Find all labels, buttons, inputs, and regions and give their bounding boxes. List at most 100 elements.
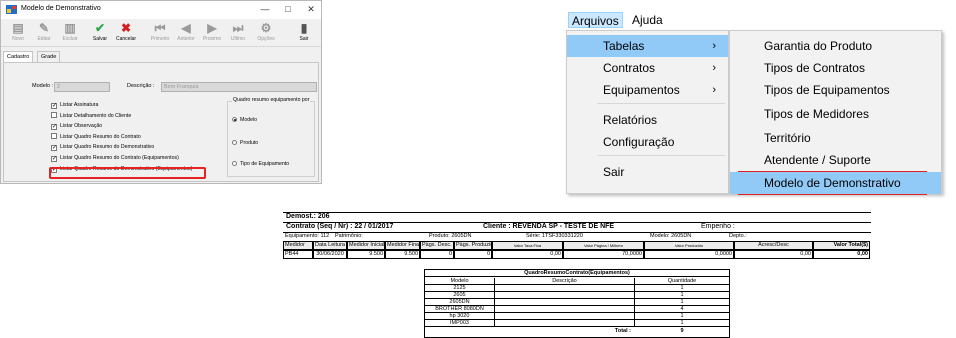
checkbox-row[interactable]: Listar Detalhamento do Cliente (51, 111, 131, 120)
toolbar-label: Novo (12, 36, 24, 42)
table-cell (495, 299, 635, 306)
submenu-item-atendente-suporte[interactable]: Atendente / Suporte (730, 149, 941, 171)
radio-label: Tipo de Equipamento (240, 161, 290, 167)
toolbar-button-ultimo[interactable]: ⏭ Ultimo (225, 21, 251, 47)
toolbar-button-cancelar[interactable]: ✖ Cancelar (113, 21, 139, 47)
menu-bar: Arquivos Ajuda (566, 10, 942, 30)
checkbox-label: Listar Observação (60, 123, 103, 130)
submenu-item-tipos-de-equipamentos[interactable]: Tipos de Equipamentos (730, 79, 941, 101)
radio-label: Modelo (240, 117, 258, 123)
submenu-item-tipos-de-medidores[interactable]: Tipos de Medidores (730, 103, 941, 125)
submenu-item-label: Garantia do Produto (764, 39, 873, 53)
first-icon: ⏮ (154, 21, 166, 35)
menu-item-contratos[interactable]: Contratos › (567, 57, 728, 79)
last-icon: ⏭ (232, 21, 244, 35)
checkbox-checked[interactable]: ✓ (51, 124, 57, 131)
checkbox-checked[interactable]: ✓ (51, 156, 57, 162)
table-cell: Descrição (495, 278, 635, 285)
submenu-item-territ-rio[interactable]: Território (730, 127, 941, 149)
submenu-item-label: Tipos de Contratos (764, 61, 865, 75)
table-cell: 1 (680, 320, 684, 326)
table-row: 2605 1 (425, 292, 729, 299)
submenu-item-garantia-do-produto[interactable]: Garantia do Produto (730, 35, 941, 57)
radio-button[interactable] (232, 117, 237, 122)
table-row: hp 3020 1 (425, 313, 729, 320)
table-cell (495, 292, 635, 299)
tab-cadastro[interactable]: Cadastro (3, 51, 34, 62)
toolbar-label: Primeiro (150, 36, 170, 42)
menu-arquivos[interactable]: Arquivos (568, 12, 623, 28)
maximize-button[interactable]: □ (280, 2, 296, 16)
toolbar-button-anterior[interactable]: ◀ Anterior (173, 21, 199, 47)
checkbox-label: Listar Quadro Resumo do Contrato (60, 133, 141, 140)
table-cell: PB44 (283, 250, 313, 259)
toolbar-button-op-es[interactable]: ⚙ Opções (253, 21, 279, 47)
checkbox-checked[interactable]: ✓ (51, 103, 57, 109)
menu-item-sair[interactable]: Sair (567, 161, 728, 183)
radio-modelo[interactable]: Modelo (232, 116, 257, 124)
checkbox-unchecked[interactable] (51, 111, 57, 118)
toolbar-label: Sair (299, 36, 309, 42)
toolbar-button-sair[interactable]: ▮ Sair (291, 21, 317, 47)
descricao-label: Descrição : (127, 83, 155, 89)
menu-item-label: Configuração (603, 135, 675, 149)
toolbar-button-primeiro[interactable]: ⏮ Primeiro (147, 21, 173, 47)
toolbar-button-editar[interactable]: ✎ Editar (31, 21, 57, 47)
table-cell (495, 285, 635, 292)
table-header-cell: Valor Página / Milhero (563, 241, 644, 250)
toolbar-label: Ultimo (230, 36, 246, 42)
checkbox-row[interactable]: ✓ Listar Assinatura (51, 101, 98, 109)
toolbar-button-novo[interactable]: ▤ Novo (5, 21, 31, 47)
checkbox-row[interactable]: Listar Quadro Resumo do Contrato (51, 132, 141, 141)
radio-button[interactable] (232, 140, 237, 145)
cliente-info: Cliente : REVENDA SP - TESTE DE NFE (483, 223, 615, 230)
menu-item-configura-o[interactable]: Configuração (567, 131, 728, 153)
toolbar-button-excluir[interactable]: ▥ Excluir (57, 21, 83, 47)
checkbox-checked[interactable]: ✓ (51, 145, 57, 152)
minimize-button[interactable]: — (257, 2, 273, 16)
submenu-item-label: Modelo de Demonstrativo (764, 176, 901, 190)
checkbox-row[interactable]: ✓ Listar Quadro Resumo do Demonstrativo (51, 143, 154, 152)
toolbar-button-salvar[interactable]: ✔ Salvar (87, 21, 113, 47)
submenu-item-modelo-de-demonstrativo[interactable]: Modelo de Demonstrativo (730, 172, 941, 194)
modelo-field[interactable]: 2 (54, 82, 110, 92)
table-cell: 0,0000 (644, 250, 734, 259)
table-cell: 9.500 (347, 250, 385, 259)
exit-icon: ▮ (300, 21, 308, 35)
table-header-cell: Medidor Final (385, 241, 420, 250)
checkbox-unchecked[interactable] (51, 132, 57, 139)
menu-item-label: Tabelas (603, 39, 645, 53)
menu-item-equipamentos[interactable]: Equipamentos › (567, 79, 728, 101)
menu-item-tabelas[interactable]: Tabelas › (567, 35, 728, 57)
submenu-item-label: Tipos de Medidores (764, 107, 869, 121)
arquivos-dropdown: Tabelas › Contratos › Equipamentos › Relatório… (566, 30, 729, 194)
quadro-title-row: QuadroResumoContrato(Equipamentos) (425, 270, 729, 277)
x-icon: ✖ (120, 21, 132, 35)
radio-tipo-de-equipamento[interactable]: Tipo de Equipamento (232, 160, 289, 168)
table-cell: 30/06/2020 (313, 250, 347, 259)
checkbox-row[interactable]: ✓ Listar Quadro Resumo do Contrato (Equip… (51, 154, 179, 162)
table-header-cell: Data Leitura (313, 241, 347, 250)
quadro-title: QuadroResumoContrato(Equipamentos) (524, 270, 630, 276)
tab-grade[interactable]: Grade (37, 51, 61, 62)
menu-panel: Arquivos Ajuda Tabelas › Contratos › Equipam… (566, 10, 942, 195)
menu-item-label: Relatórios (603, 113, 658, 127)
toolbar-button-proximo[interactable]: ▶ Proximo (199, 21, 225, 47)
menu-ajuda[interactable]: Ajuda (629, 12, 666, 28)
radio-button[interactable] (232, 161, 237, 166)
radio-produto[interactable]: Produto (232, 139, 258, 147)
group-title: Quadro resumo equipamento por (232, 97, 311, 103)
descricao-field[interactable]: Bem Franquia (161, 82, 317, 92)
checkbox-row[interactable]: ✓ Listar Observação (51, 122, 103, 131)
submenu-item-tipos-de-contratos[interactable]: Tipos de Contratos (730, 57, 941, 79)
demonstrativo-report: Demost.: 206 Contrato (Seq / Nr) : 22 / … (283, 208, 871, 338)
table-cell: 4 (680, 306, 684, 312)
menu-item-relat-rios[interactable]: Relatórios (567, 109, 728, 131)
table-header-cell: Valor Total($) (813, 241, 870, 250)
table-header-cell: Acresc/Desc (734, 241, 813, 250)
table-cell: 0,00 (813, 250, 870, 259)
close-button[interactable]: ✕ (303, 2, 319, 16)
menu-separator (597, 155, 725, 156)
table-cell: BROTHER 8080DN (425, 306, 495, 313)
red-highlight-box (49, 167, 206, 179)
